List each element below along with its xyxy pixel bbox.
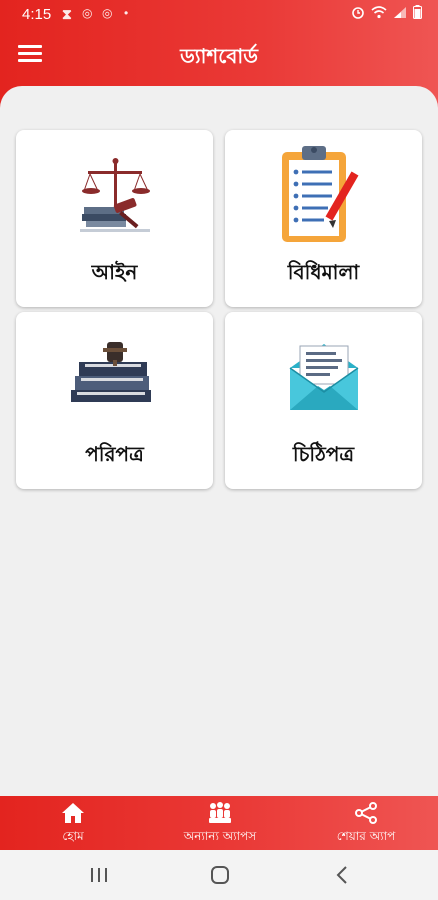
card-label: বিধিমালা	[287, 260, 360, 284]
status-time: 4:15	[22, 6, 52, 23]
system-navigation-bar	[0, 850, 438, 900]
app-bar: ড্যাশবোর্ড	[0, 30, 438, 82]
card-label: পরিপত্র	[85, 442, 144, 466]
alarm-icon	[352, 7, 364, 19]
envelope-letter-icon	[225, 326, 422, 426]
status-icons	[351, 5, 422, 19]
bottom-navigation: হোম অন্যান্য অ্যাপস শেয়ার অ্যাপ	[0, 796, 438, 850]
signal-icon	[394, 6, 406, 18]
people-icon	[166, 800, 274, 826]
nav-label: শেয়ার অ্যাপ	[336, 829, 396, 843]
books-gavel-icon	[16, 326, 213, 426]
card-label: চিঠিপত্র	[292, 442, 355, 466]
card-rules[interactable]: বিধিমালা	[225, 130, 422, 307]
back-icon[interactable]	[328, 862, 358, 888]
dashboard-content: আইন বিধিমালা পরিপত্র চিঠিপত্র	[0, 86, 438, 796]
notification-icon: ⧗	[62, 6, 72, 22]
nav-label: হোম	[62, 829, 84, 843]
nav-share-app[interactable]: শেয়ার অ্যাপ	[320, 800, 412, 848]
share-icon	[320, 800, 412, 826]
recent-apps-icon[interactable]	[84, 862, 114, 888]
home-system-icon[interactable]	[205, 862, 235, 888]
nav-label: অন্যান্য অ্যাপস	[183, 829, 257, 843]
card-label: আইন	[91, 260, 138, 284]
nav-home[interactable]: হোম	[40, 800, 106, 848]
card-circulars[interactable]: পরিপত্র	[16, 312, 213, 489]
clipboard-checklist-icon	[225, 144, 422, 244]
home-icon	[40, 800, 106, 826]
card-law[interactable]: আইন	[16, 130, 213, 307]
battery-icon	[413, 5, 422, 19]
page-title: ড্যাশবোর্ড	[180, 44, 258, 68]
law-scale-gavel-icon	[16, 144, 213, 244]
notification-dot-icon: •	[124, 6, 129, 20]
nav-other-apps[interactable]: অন্যান্য অ্যাপস	[166, 800, 274, 848]
notification-icon: ◎	[102, 6, 113, 20]
notification-icon: ◎	[82, 6, 93, 20]
wifi-icon	[371, 5, 387, 18]
card-letters[interactable]: চিঠিপত্র	[225, 312, 422, 489]
status-bar: 4:15 ⧗ ◎ ◎ •	[0, 0, 438, 30]
